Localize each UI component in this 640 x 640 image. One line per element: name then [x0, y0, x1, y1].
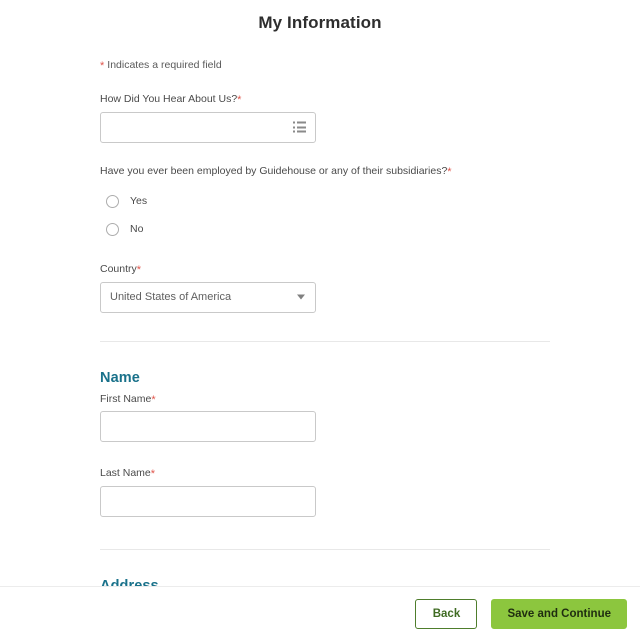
radio-option-yes-label: Yes: [130, 195, 148, 208]
last-name-label-text: Last Name: [100, 467, 151, 480]
page-title: My Information: [258, 13, 382, 32]
how-did-you-hear-input[interactable]: [100, 111, 316, 143]
required-asterisk-icon: *: [150, 468, 156, 481]
required-asterisk-icon: *: [136, 264, 142, 277]
last-name-label: Last Name*: [100, 467, 550, 480]
section-divider: [100, 340, 550, 342]
country-select[interactable]: United States of America: [100, 281, 316, 313]
how-did-you-hear-input-wrap: [100, 111, 316, 143]
address-section: Address: [0, 578, 640, 586]
radio-option-no[interactable]: No: [100, 217, 550, 241]
how-did-you-hear-label-text: How Did You Hear About Us?: [100, 93, 238, 105]
previously-employed-radio-group: Yes No: [100, 189, 550, 241]
field-previously-employed: Have you ever been employed by Guidehous…: [100, 165, 550, 242]
country-label: Country*: [100, 263, 550, 276]
previously-employed-label-text: Have you ever been employed by Guidehous…: [100, 164, 448, 177]
required-asterisk-icon: *: [151, 393, 156, 406]
country-select-wrap[interactable]: United States of America: [100, 281, 316, 313]
last-name-input[interactable]: [100, 485, 316, 517]
footer-action-bar: Back Save and Continue: [0, 586, 640, 640]
radio-circle-icon[interactable]: [106, 222, 119, 236]
previously-employed-label: Have you ever been employed by Guidehous…: [100, 165, 550, 178]
name-section: Name First Name* Last Name*: [0, 370, 640, 517]
required-asterisk-icon: *: [100, 60, 105, 72]
section-heading-name: Name: [100, 369, 140, 386]
first-name-label: First Name*: [100, 393, 550, 406]
save-and-continue-button[interactable]: Save and Continue: [491, 598, 627, 629]
radio-option-yes[interactable]: Yes: [100, 189, 550, 213]
radio-option-no-label: No: [130, 223, 144, 236]
required-asterisk-icon: *: [447, 165, 452, 178]
section-divider: [100, 548, 550, 550]
field-last-name: Last Name*: [100, 467, 550, 517]
form-body: * Indicates a required field How Did You …: [0, 60, 640, 313]
radio-circle-icon[interactable]: [106, 194, 119, 208]
first-name-label-text: First Name: [100, 392, 152, 405]
field-country: Country* United States of America: [100, 263, 550, 313]
back-button[interactable]: Back: [415, 598, 478, 629]
form-scroll-region[interactable]: My Information * Indicates a required fie…: [0, 0, 640, 586]
field-first-name: First Name*: [100, 393, 550, 443]
field-how-did-you-hear: How Did You Hear About Us?*: [100, 93, 550, 143]
first-name-input[interactable]: [100, 411, 316, 443]
how-did-you-hear-label: How Did You Hear About Us?*: [100, 93, 550, 106]
country-label-text: Country: [100, 263, 137, 276]
required-asterisk-icon: *: [237, 94, 242, 106]
required-note-text: Indicates a required field: [107, 59, 222, 71]
country-select-value: United States of America: [110, 291, 232, 304]
required-field-note: * Indicates a required field: [100, 59, 550, 72]
section-heading-address: Address: [100, 577, 159, 586]
